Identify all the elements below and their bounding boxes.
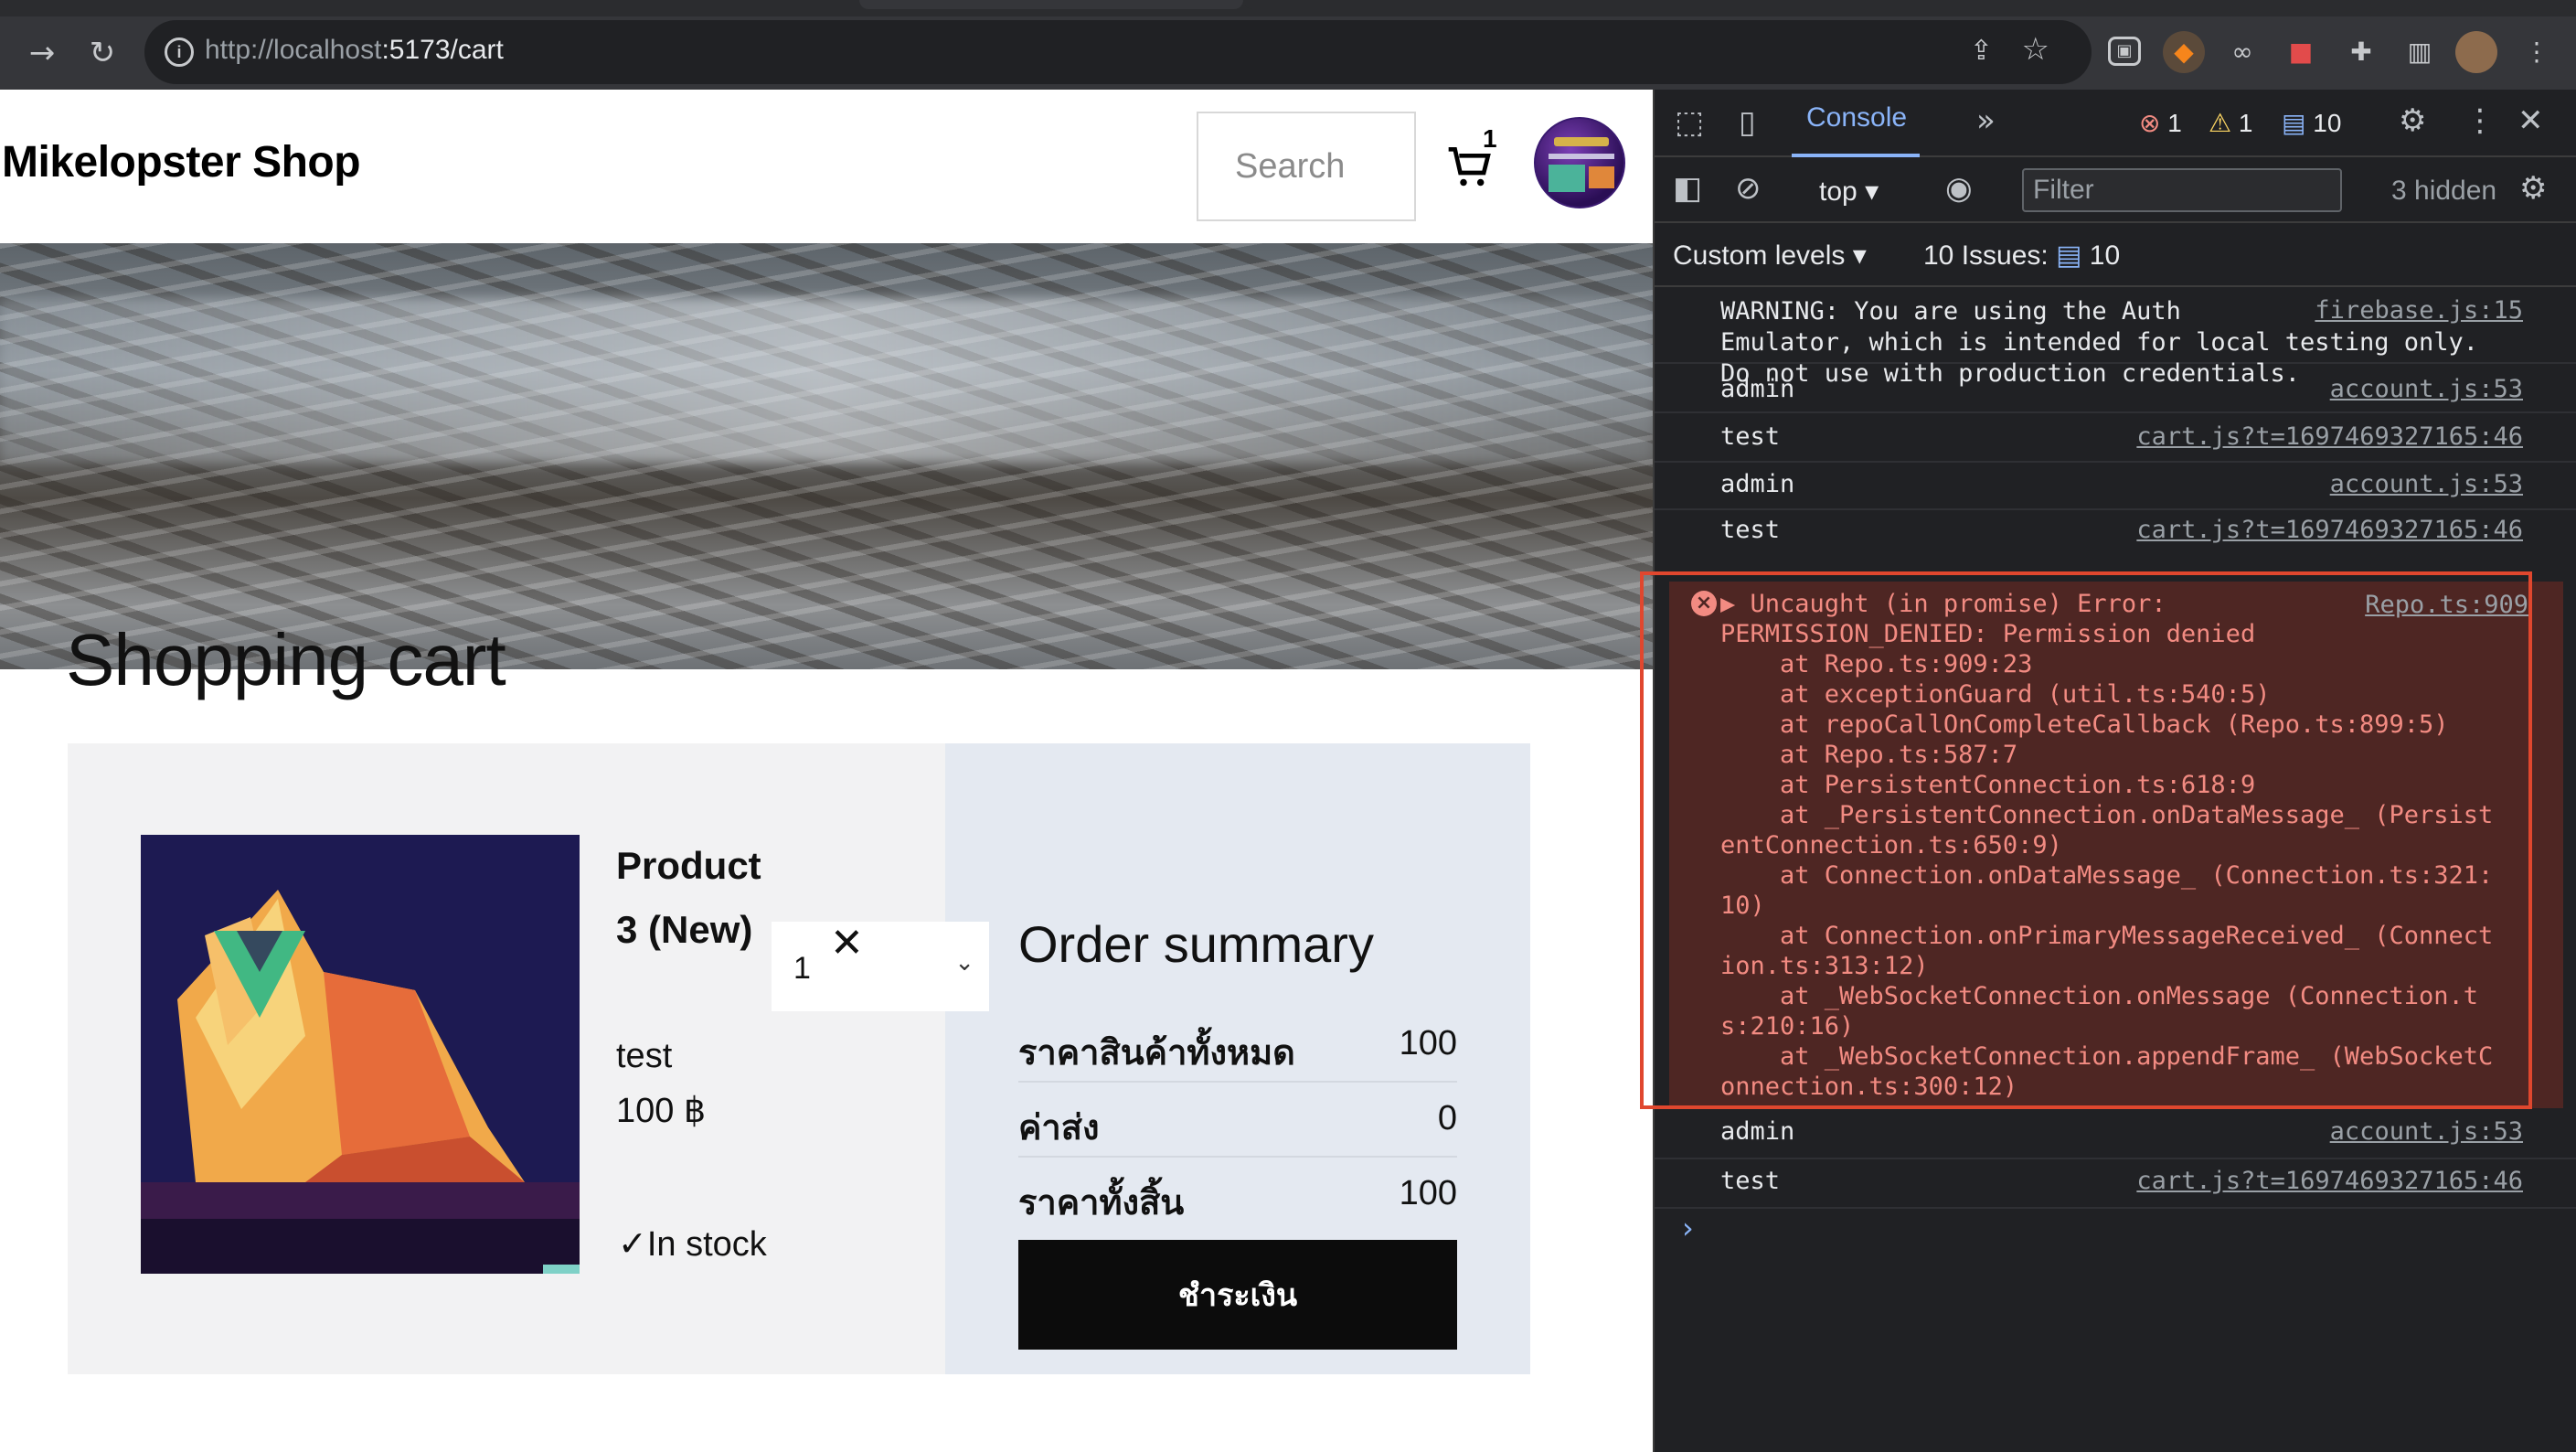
dropdown-arrow-icon: ▾ <box>1865 176 1879 207</box>
profile-avatar[interactable] <box>2455 31 2497 73</box>
product-variant: test <box>616 1037 673 1075</box>
devtools-toolbar: ⬚ ▯ Console » ⊗ 1 ⚠ 1 ▤ 10 ⚙ ⋮ ✕ <box>1655 90 2576 157</box>
cart-count-badge: 1 <box>1483 124 1497 153</box>
error-count[interactable]: ⊗ 1 <box>2139 108 2182 138</box>
error-highlight-box <box>1640 571 2532 1109</box>
summary-value: 100 <box>1399 1024 1457 1062</box>
summary-row-total: ราคาทั้งสิ้น 100 <box>1018 1158 1457 1233</box>
quantity-value: 1 <box>793 951 811 986</box>
bookmark-star-icon[interactable]: ☆ <box>2022 31 2049 68</box>
metamask-icon[interactable]: ◆ <box>2163 31 2205 73</box>
product-name[interactable]: Product 3 (New) <box>616 834 781 962</box>
side-panel-icon[interactable]: ▥ <box>2399 31 2441 73</box>
summary-row-shipping: ค่าส่ง 0 <box>1018 1083 1457 1158</box>
issues-link[interactable]: 10 Issues: ▤ 10 <box>1923 240 2120 272</box>
hidden-count: 3 hidden <box>2391 176 2497 206</box>
chevron-down-icon: ⌄ <box>954 949 974 977</box>
check-icon: ✓ <box>618 1225 647 1264</box>
sidebar-toggle-icon[interactable]: ◧ <box>1673 170 1702 207</box>
product-price: 100 ฿ <box>616 1092 707 1130</box>
source-link[interactable]: firebase.js:15 <box>2315 296 2523 325</box>
inspect-element-icon[interactable]: ⬚ <box>1675 104 1704 141</box>
summary-label: ราคาสินค้าทั้งหมด <box>1018 1032 1295 1073</box>
console-message: WARNING: You are using the Auth Emulator… <box>1655 287 2576 388</box>
source-link[interactable]: cart.js?t=1697469327165:46 <box>2136 1167 2523 1195</box>
search-input[interactable] <box>1197 112 1416 221</box>
forward-icon[interactable]: → <box>22 33 62 73</box>
hero-banner-image <box>0 243 1653 669</box>
clear-console-icon[interactable]: ⊘ <box>1735 170 1762 207</box>
summary-value: 0 <box>1437 1099 1457 1137</box>
page-title: Shopping cart <box>66 619 506 700</box>
more-tabs-icon[interactable]: » <box>1976 102 1996 139</box>
summary-label: ค่าส่ง <box>1018 1107 1100 1148</box>
live-expression-eye-icon[interactable]: ◉ <box>1945 170 1973 207</box>
share-icon[interactable]: ⇪ <box>1970 35 1993 67</box>
user-avatar[interactable] <box>1534 117 1625 208</box>
extensions-puzzle-icon[interactable]: ✚ <box>2340 31 2382 73</box>
media-icon[interactable]: ▣ <box>2108 37 2141 66</box>
info-count[interactable]: ▤ 10 <box>2282 108 2341 138</box>
reload-icon[interactable]: ↻ <box>82 33 122 73</box>
error-icon: ⊗ <box>2139 109 2161 137</box>
shop-title[interactable]: Mikelopster Shop <box>2 137 361 187</box>
warning-icon: ⚠ <box>2209 109 2232 137</box>
tab-strip <box>0 0 2576 16</box>
source-link[interactable]: account.js:53 <box>2330 1117 2523 1146</box>
console-message: admin account.js:53 <box>1655 463 2576 510</box>
console-message: test cart.js?t=1697469327165:46 <box>1655 413 2576 463</box>
issues-icon: ▤ <box>2056 240 2082 271</box>
tab-console[interactable]: Console <box>1806 102 1907 133</box>
extension-glasses-icon[interactable]: ∞ <box>2221 31 2263 73</box>
site-info-icon[interactable]: i <box>165 37 194 67</box>
source-link[interactable]: cart.js?t=1697469327165:46 <box>2136 516 2523 544</box>
device-toolbar-icon[interactable]: ▯ <box>1739 104 1756 141</box>
console-prompt-icon[interactable]: › <box>1682 1211 1694 1245</box>
devtools-menu-icon[interactable]: ⋮ <box>2464 102 2496 139</box>
close-icon[interactable]: ✕ <box>2517 102 2544 139</box>
browser-menu-icon[interactable]: ⋮ <box>2516 31 2558 73</box>
url-text: http://localhost:5173/cart <box>205 35 504 65</box>
settings-gear-icon[interactable]: ⚙ <box>2399 102 2426 139</box>
summary-title: Order summary <box>1018 915 1374 973</box>
source-link[interactable]: account.js:53 <box>2330 470 2523 498</box>
console-toolbar: ◧ ⊘ top ▾ ◉ Filter 3 hidden ⚙ <box>1655 157 2576 223</box>
tab-strip-filler <box>1243 0 2576 9</box>
stock-status: ✓In stock <box>618 1225 767 1264</box>
remove-item-button[interactable]: ✕ <box>830 924 864 964</box>
console-message: test cart.js?t=1697469327165:46 <box>1655 1159 2576 1209</box>
console-levels-bar: Custom levels ▾ 10 Issues: ▤ 10 <box>1655 223 2576 287</box>
browser-tab[interactable] <box>859 0 1243 9</box>
message-icon: ▤ <box>2282 109 2306 137</box>
context-select[interactable]: top ▾ <box>1819 176 1879 208</box>
console-settings-icon[interactable]: ⚙ <box>2519 170 2547 207</box>
console-message: admin account.js:53 <box>1655 1110 2576 1159</box>
quantity-select[interactable]: 1 ⌄ <box>772 922 989 1011</box>
source-link[interactable]: account.js:53 <box>2330 375 2523 403</box>
log-levels-select[interactable]: Custom levels ▾ <box>1673 240 1867 272</box>
browser-toolbar: → ↻ i http://localhost:5173/cart ⇪ ☆ ▣ ◆… <box>0 16 2576 90</box>
product-image <box>141 835 580 1274</box>
checkout-button[interactable]: ชำระเงิน <box>1018 1240 1457 1350</box>
summary-value: 100 <box>1399 1174 1457 1212</box>
summary-label: ราคาทั้งสิ้น <box>1018 1182 1185 1222</box>
address-bar[interactable]: i http://localhost:5173/cart ⇪ ☆ <box>144 20 2092 84</box>
warning-count[interactable]: ⚠ 1 <box>2209 108 2252 138</box>
filter-input[interactable]: Filter <box>2022 168 2342 212</box>
console-message: admin account.js:53 <box>1655 364 2576 413</box>
summary-row-subtotal: ราคาสินค้าทั้งหมด 100 <box>1018 1008 1457 1083</box>
extension-red-icon[interactable]: ■ <box>2280 31 2322 73</box>
source-link[interactable]: cart.js?t=1697469327165:46 <box>2136 422 2523 451</box>
